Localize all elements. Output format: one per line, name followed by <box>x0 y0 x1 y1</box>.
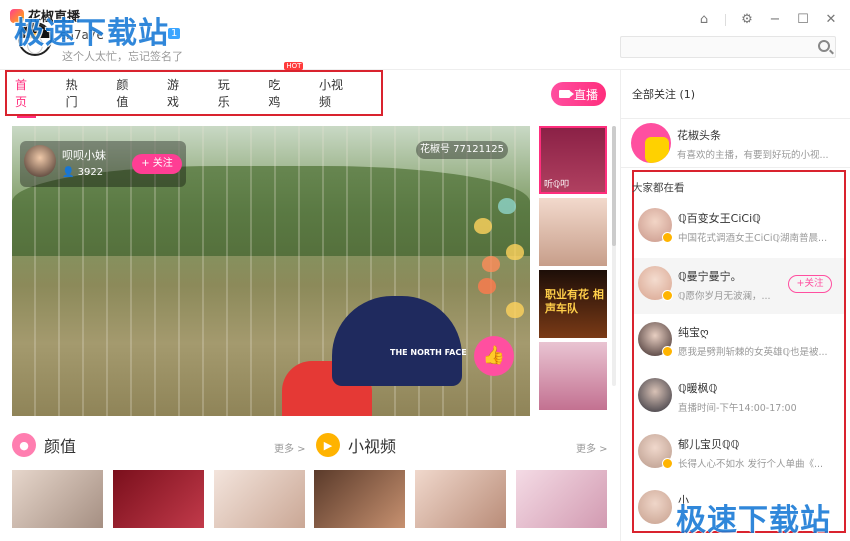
app-window: 花椒直播 sh7a7e 1 这个人太忙，忘记签名了 极速下载站 ⌂ ⚙ − ☐ … <box>0 0 850 541</box>
section-video-more-link[interactable]: 更多 > <box>576 440 608 455</box>
thumb-label: 听ℚ叩 <box>544 180 570 190</box>
heart-icon <box>506 244 524 260</box>
streamer-name: ℚ百变女王CiCiℚ <box>678 212 761 225</box>
room-thumbnail[interactable]: 职业有花 相声车队 <box>539 270 607 338</box>
beauty-grid <box>12 470 305 528</box>
title-bar: 花椒直播 sh7a7e 1 这个人太忙，忘记签名了 极速下载站 ⌂ ⚙ − ☐ … <box>0 0 850 70</box>
tab-hot[interactable]: 热门 <box>66 72 89 114</box>
streamer-desc: 直播时间-下午14:00-17:00 <box>678 403 797 414</box>
maximize-icon[interactable]: ☐ <box>796 12 810 27</box>
controls-divider <box>725 13 726 26</box>
hot-badge: HOT <box>284 62 304 70</box>
video-section-icon: ▶ <box>316 433 340 457</box>
tab-home[interactable]: 首页 <box>15 72 38 118</box>
main-scrollbar[interactable] <box>612 126 616 386</box>
category-nav: 首页 热门 颜值 游戏 玩乐 吃鸡 HOT 小视频 <box>5 62 383 118</box>
room-thumbnail-strip: 听ℚ叩 职业有花 相声车队 <box>539 126 607 414</box>
watermark-top: 极速下载站 <box>14 16 169 51</box>
tab-fun[interactable]: 玩乐 <box>218 72 241 114</box>
host-fan-value: 3922 <box>77 167 104 178</box>
host-fan-count: 👤 3922 <box>62 167 104 178</box>
watching-item[interactable]: 郁儿宝贝ℚℚ 长得人心不如水 发行个人单曲《... <box>634 426 844 482</box>
watching-item[interactable]: ℚ百变女王CiCiℚ 中国花式调酒女王CiCiℚ湖南普晨... <box>634 200 844 256</box>
headline-title: 花椒头条 <box>677 129 721 142</box>
close-icon[interactable]: ✕ <box>824 12 838 27</box>
go-live-button[interactable]: 直播 <box>551 82 606 106</box>
stream-tile[interactable] <box>214 470 305 528</box>
section-beauty-header: ● 颜值 <box>12 432 76 458</box>
tab-pubg-label: 吃鸡 <box>268 78 281 109</box>
scroll-thumb[interactable] <box>612 126 616 246</box>
home-icon[interactable]: ⌂ <box>697 12 711 27</box>
tab-beauty[interactable]: 颜值 <box>116 72 139 114</box>
heart-icon <box>478 278 496 294</box>
settings-gear-icon[interactable]: ⚙ <box>740 12 754 27</box>
section-video-header: ▶ 小视频 <box>316 432 396 458</box>
room-id-tag: 花椒号 77121125 <box>416 141 508 159</box>
heart-icon <box>474 218 492 234</box>
streamer-name: ℚ曼宁曼宁。 <box>678 270 742 283</box>
host-name: 呗呗小妹 <box>62 149 106 162</box>
window-controls: ⌂ ⚙ − ☐ ✕ <box>697 12 838 27</box>
section-beauty-title: 颜值 <box>44 437 77 456</box>
watching-item[interactable]: ℚ暖枫ℚ 直播时间-下午14:00-17:00 <box>634 370 844 426</box>
watching-title: 大家都在看 <box>632 182 685 194</box>
search-box <box>620 36 836 59</box>
follow-host-button[interactable]: + 关注 <box>132 154 182 174</box>
user-level-badge: 1 <box>168 28 181 39</box>
verified-badge-icon <box>662 290 673 301</box>
headline-avatar <box>631 123 671 163</box>
room-thumbnail[interactable] <box>539 198 607 266</box>
minimize-icon[interactable]: − <box>768 12 782 27</box>
cap-logo-text: THE NORTH FACE <box>390 348 467 357</box>
tab-games[interactable]: 游戏 <box>167 72 190 114</box>
camera-icon <box>558 90 574 98</box>
streamer-name: 郁儿宝贝ℚℚ <box>678 438 740 451</box>
streamer-desc: 中国花式调酒女王CiCiℚ湖南普晨... <box>678 233 828 244</box>
stream-tile[interactable] <box>113 470 204 528</box>
section-beauty-more-link[interactable]: 更多 > <box>274 440 306 455</box>
tab-pubg[interactable]: 吃鸡 HOT <box>268 62 304 114</box>
follow-streamer-button[interactable]: +关注 <box>788 275 832 293</box>
heart-icon <box>482 256 500 272</box>
streamer-name: ℚ暖枫ℚ <box>678 382 718 395</box>
verified-badge-icon <box>662 458 673 469</box>
room-thumbnail[interactable] <box>539 342 607 410</box>
video-grid <box>314 470 607 528</box>
streamer-desc: 长得人心不如水 发行个人单曲《... <box>678 459 824 470</box>
beauty-section-icon: ● <box>12 433 36 457</box>
search-input[interactable] <box>621 39 811 59</box>
streamer-avatar <box>638 490 672 524</box>
verified-badge-icon <box>662 232 673 243</box>
stream-tile[interactable] <box>12 470 103 528</box>
headline-subtitle: 有喜欢的主播，有要到好玩的小视... <box>677 150 829 161</box>
host-avatar[interactable] <box>24 145 56 177</box>
video-tile[interactable] <box>415 470 506 528</box>
headline-entry[interactable]: 花椒头条 有喜欢的主播，有要到好玩的小视... <box>621 118 850 168</box>
go-live-label: 直播 <box>573 87 598 102</box>
thumb-label: 职业有花 相声车队 <box>545 288 604 315</box>
watching-item[interactable]: 纯宝ღ 愿我是劈荆斩棘的女英雄ℚ也是被... <box>634 314 844 370</box>
room-thumbnail[interactable]: 听ℚ叩 <box>539 126 607 194</box>
section-video-title: 小视频 <box>348 437 397 456</box>
streamer-avatar <box>638 378 672 412</box>
heart-icon <box>498 198 516 214</box>
video-tile[interactable] <box>314 470 405 528</box>
heart-icon <box>506 302 524 318</box>
watching-item[interactable]: ℚ曼宁曼宁。 ℚ愿你岁月无波澜，... +关注 <box>634 258 844 314</box>
verified-badge-icon <box>662 346 673 357</box>
streamer-desc: ℚ愿你岁月无波澜，... <box>678 291 771 302</box>
follow-all-label[interactable]: 全部关注 (1) <box>632 86 695 102</box>
watermark-bottom: 极速下载站 <box>676 503 831 538</box>
video-tile[interactable] <box>516 470 607 528</box>
tab-short-video[interactable]: 小视频 <box>319 72 353 114</box>
like-thumb-icon[interactable]: 👍 <box>474 336 514 376</box>
search-icon[interactable] <box>818 40 830 52</box>
streamer-name: 纯宝ღ <box>678 326 709 339</box>
streamer-desc: 愿我是劈荆斩棘的女英雄ℚ也是被... <box>678 347 828 358</box>
